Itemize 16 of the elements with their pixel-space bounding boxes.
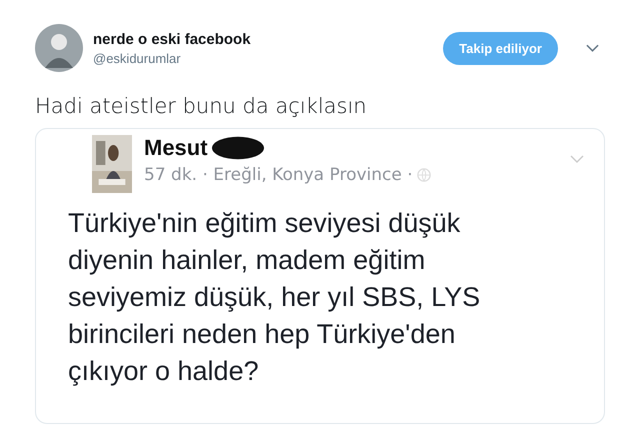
follow-button[interactable]: Takip ediliyor: [443, 32, 558, 64]
chevron-down-icon: [570, 155, 584, 163]
chevron-down-icon[interactable]: [586, 44, 599, 52]
post-author: Mesut: [144, 135, 208, 161]
post-text-line: birincileri neden hep Türkiye'den: [68, 318, 456, 351]
account-name: nerde o eski facebook: [93, 30, 252, 48]
post-text-line: çıkıyor o halde?: [68, 355, 260, 388]
post-text-line: diyenin hainler, madem eğitim: [68, 244, 426, 277]
globe-icon: [416, 168, 431, 182]
account-handle: @eskidurumlar: [93, 50, 182, 66]
post-text-line: Türkiye'nin eğitim seviyesi düşük: [68, 207, 462, 240]
post-meta: 57 dk. · Ereğli, Konya Province ·: [144, 165, 413, 185]
post-text-line: seviyemiz düşük, her yıl SBS, LYS: [68, 281, 482, 314]
avatar: [35, 24, 83, 72]
tweet-text: Hadi ateistler bunu da açıklasın: [35, 94, 368, 118]
redaction-mark: [212, 135, 264, 161]
